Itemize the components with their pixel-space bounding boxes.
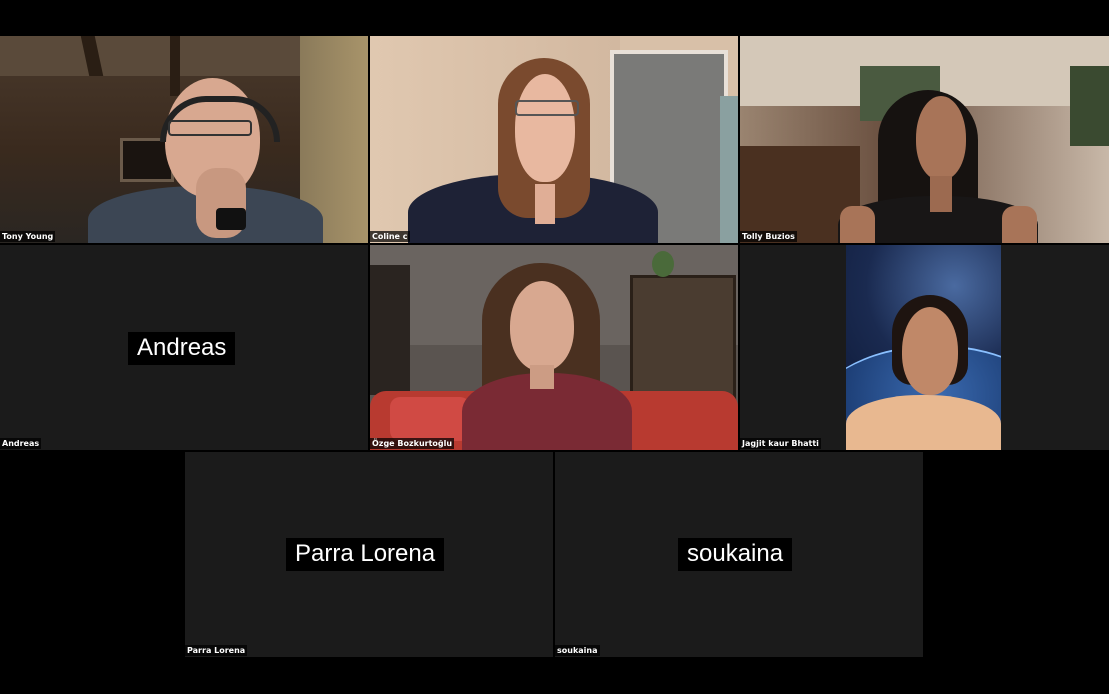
participant-tile-coline-c[interactable]: Coline c bbox=[370, 36, 738, 243]
video-feed bbox=[740, 36, 1109, 243]
participant-display-name: Andreas bbox=[128, 332, 236, 365]
participant-tile-tony-young[interactable]: Tony Young bbox=[0, 36, 368, 243]
participant-name-label: Coline c bbox=[370, 231, 410, 242]
participant-name-label: Andreas bbox=[0, 438, 42, 449]
video-feed bbox=[370, 245, 738, 450]
participant-display-name: Parra Lorena bbox=[286, 538, 445, 571]
participant-name-label: Tolly Buzios bbox=[740, 231, 797, 242]
participant-tile-jagjit-kaur-bhatti[interactable]: Jagjit kaur Bhatti bbox=[740, 245, 1109, 450]
participant-name-label: Tony Young bbox=[0, 231, 56, 242]
participant-tile-andreas[interactable]: Andreas Andreas bbox=[0, 245, 368, 450]
participant-name-label: Özge Bozkurtoğlu bbox=[370, 438, 455, 449]
video-feed bbox=[0, 36, 368, 243]
video-feed bbox=[846, 245, 1001, 450]
participant-display-name: soukaina bbox=[678, 538, 793, 571]
participant-tile-ozge-bozkurtoglu[interactable]: Özge Bozkurtoğlu bbox=[370, 245, 738, 450]
participant-name-label: Jagjit kaur Bhatti bbox=[740, 438, 821, 449]
participant-name-label: Parra Lorena bbox=[185, 645, 248, 656]
video-grid: Tony Young Coline c Tolly Buzios Andreas… bbox=[0, 0, 1109, 694]
participant-tile-parra-lorena[interactable]: Parra Lorena Parra Lorena bbox=[185, 452, 553, 657]
video-feed bbox=[370, 36, 738, 243]
participant-tile-soukaina[interactable]: soukaina soukaina bbox=[555, 452, 923, 657]
participant-tile-tolly-buzios[interactable]: Tolly Buzios bbox=[740, 36, 1109, 243]
participant-name-label: soukaina bbox=[555, 645, 600, 656]
